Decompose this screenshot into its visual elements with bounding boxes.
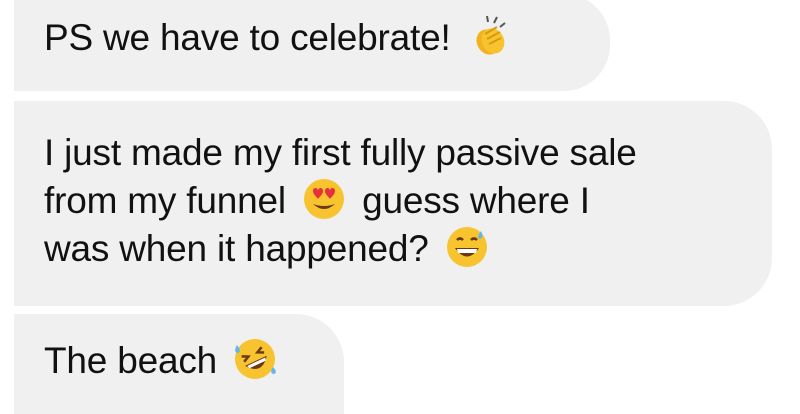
message-text: PS we have to celebrate! — [44, 17, 451, 58]
message-line: I just made my first fully passive sale — [44, 129, 742, 177]
message-text: I just made my first fully passive sale — [44, 132, 637, 173]
message-text: The beach — [44, 340, 218, 381]
message-line: from my funnel guess where I — [44, 177, 742, 225]
rofl-icon — [235, 339, 276, 379]
message-line: The beach — [44, 337, 314, 385]
message-bubble[interactable]: The beach — [14, 314, 344, 414]
message-thread: PS we have to celebrate! I just made my … — [0, 0, 800, 414]
message-text: was when it happened? — [44, 228, 429, 269]
message-line: was when it happened? — [44, 225, 742, 273]
message-text: from my funnel — [44, 180, 286, 221]
grinning-sweat-icon — [446, 227, 487, 267]
heart-eyes-icon — [304, 179, 344, 219]
message-line: PS we have to celebrate! — [44, 14, 580, 62]
message-bubble[interactable]: I just made my first fully passive sale … — [14, 101, 772, 306]
message-bubble[interactable]: PS we have to celebrate! — [14, 0, 610, 91]
clapping-hands-icon — [476, 15, 506, 55]
message-text: guess where I — [362, 180, 590, 221]
